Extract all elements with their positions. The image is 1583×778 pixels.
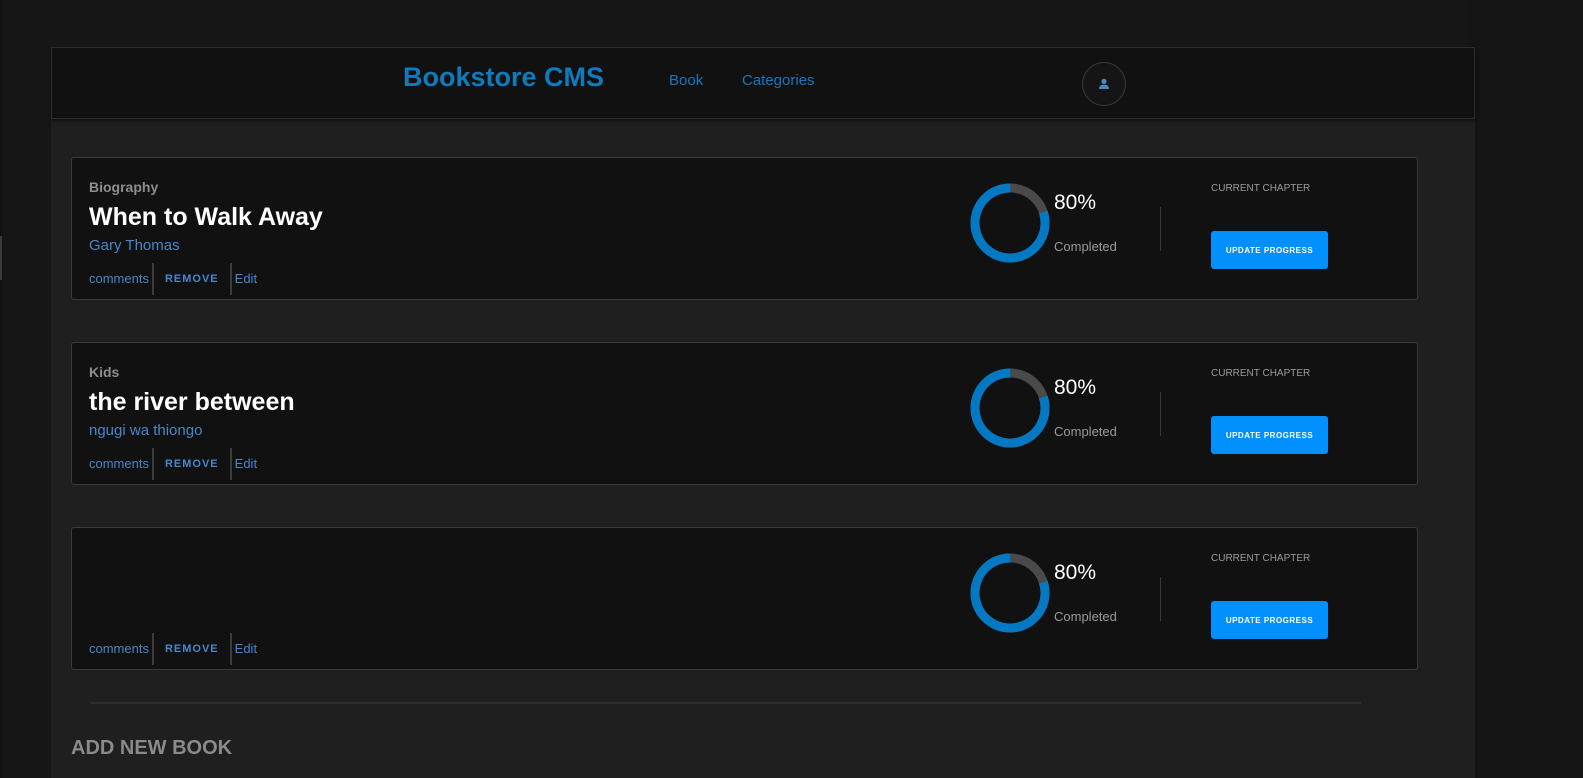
user-avatar-button[interactable] (1082, 62, 1126, 106)
progress-divider (1160, 577, 1161, 621)
book-card: Kids the river between ngugi wa thiongo … (71, 342, 1418, 485)
add-book-heading: ADD NEW BOOK (71, 737, 233, 759)
edge-tick (0, 236, 2, 280)
update-progress-button[interactable]: UPDATE PROGRESS (1211, 231, 1328, 269)
app-panel: Bookstore CMS Book Categories Biography … (51, 47, 1475, 778)
progress-divider (1160, 392, 1161, 436)
progress-ring (970, 368, 1050, 448)
nav-link-book[interactable]: Book (669, 72, 703, 89)
update-progress-button[interactable]: UPDATE PROGRESS (1211, 416, 1328, 454)
edit-button[interactable]: Edit (235, 448, 257, 480)
remove-button[interactable]: REMOVE (151, 633, 232, 665)
comments-button[interactable]: comments (89, 448, 149, 480)
book-actions: comments REMOVE Edit (89, 633, 257, 665)
current-chapter-label: CURRENT CHAPTER (1211, 183, 1311, 194)
comments-button[interactable]: comments (89, 263, 149, 295)
book-title: When to Walk Away (89, 203, 323, 231)
edit-button[interactable]: Edit (235, 263, 257, 295)
user-icon (1099, 78, 1109, 89)
progress-ring (970, 183, 1050, 263)
book-actions: comments REMOVE Edit (89, 263, 257, 295)
progress-percent: 80% (1054, 191, 1097, 214)
section-divider (90, 702, 1361, 704)
remove-button[interactable]: REMOVE (151, 448, 232, 480)
progress-ring-fill (970, 183, 1050, 263)
progress-ring-fill (970, 368, 1050, 448)
progress-status: Completed (1054, 239, 1117, 254)
progress-ring-fill (970, 553, 1050, 633)
left-window-edge (0, 0, 3, 778)
progress-ring (970, 553, 1050, 633)
navbar: Bookstore CMS Book Categories (51, 47, 1475, 119)
brand-title: Bookstore CMS (403, 62, 605, 92)
book-title: the river between (89, 388, 295, 416)
progress-status: Completed (1054, 424, 1117, 439)
book-actions: comments REMOVE Edit (89, 448, 257, 480)
progress-divider (1160, 207, 1161, 251)
edit-button[interactable]: Edit (235, 633, 257, 665)
progress-percent: 80% (1054, 376, 1097, 399)
book-category: Biography (89, 179, 159, 195)
book-card: Biography When to Walk Away Gary Thomas … (71, 157, 1418, 300)
update-progress-button[interactable]: UPDATE PROGRESS (1211, 601, 1328, 639)
remove-button[interactable]: REMOVE (151, 263, 232, 295)
current-chapter-label: CURRENT CHAPTER (1211, 368, 1311, 379)
comments-button[interactable]: comments (89, 633, 149, 665)
book-category: Kids (89, 364, 120, 380)
right-background-panel (1468, 0, 1583, 778)
book-author[interactable]: ngugi wa thiongo (89, 422, 202, 439)
nav-link-categories[interactable]: Categories (742, 72, 815, 89)
progress-status: Completed (1054, 609, 1117, 624)
book-card: comments REMOVE Edit 80% Completed CURRE… (71, 527, 1418, 670)
progress-percent: 80% (1054, 561, 1097, 584)
book-author[interactable]: Gary Thomas (89, 237, 180, 254)
current-chapter-label: CURRENT CHAPTER (1211, 553, 1311, 564)
